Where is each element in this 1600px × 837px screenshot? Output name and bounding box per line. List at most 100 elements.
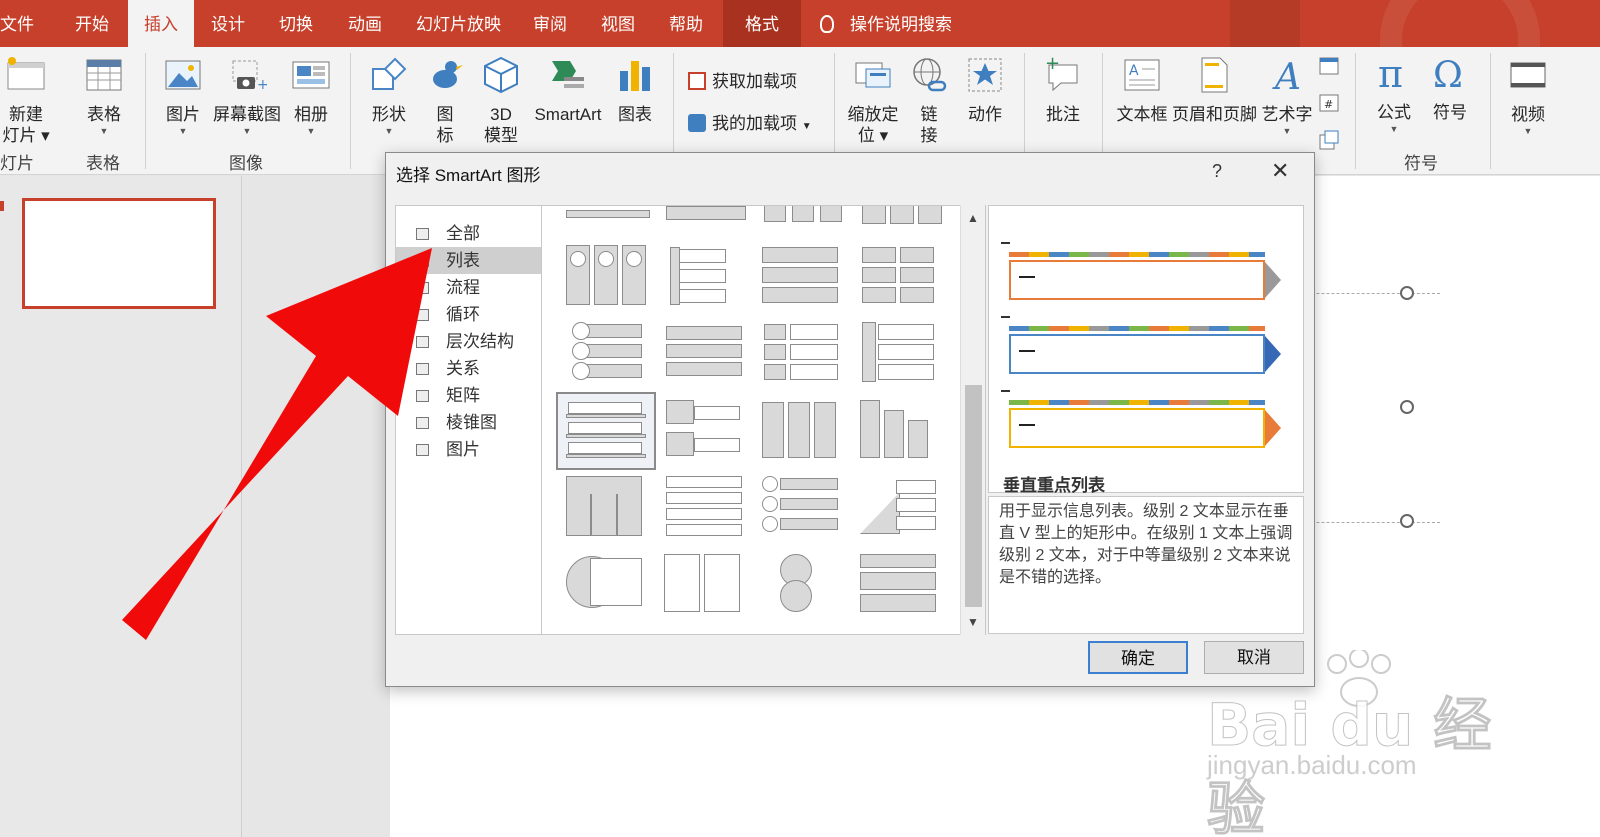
equation-button[interactable]: π 公式 ▼ (1368, 52, 1420, 135)
category-list-item[interactable]: 列表 (396, 247, 541, 274)
picture-button[interactable]: 图片 ▼ (158, 55, 208, 137)
layout-thumbnail[interactable] (560, 472, 656, 548)
layout-thumbnail[interactable] (756, 472, 852, 548)
layout-thumbnail[interactable] (658, 472, 754, 548)
chevron-down-icon: ▼ (801, 121, 812, 132)
get-addins-button[interactable]: 获取加载项 (688, 67, 797, 92)
preview-chevron-strip (1009, 400, 1265, 405)
layout-thumbnail[interactable] (658, 396, 754, 472)
svg-text:#: # (1324, 98, 1333, 111)
tab-home[interactable]: 开始 (75, 0, 109, 47)
group-separator (1355, 53, 1356, 169)
category-relationship[interactable]: 关系 (396, 355, 541, 382)
layout-thumbnail[interactable] (756, 241, 852, 317)
layout-thumbnail[interactable] (560, 206, 656, 224)
tab-help[interactable]: 帮助 (669, 0, 703, 47)
wordart-button[interactable]: A 艺术字 ▼ (1258, 55, 1316, 137)
group-label-symbols: 符号 (1404, 154, 1438, 173)
slide-number-icon[interactable]: # (1318, 92, 1340, 114)
tab-insert[interactable]: 插入 (128, 0, 194, 47)
screenshot-button[interactable]: + 屏幕截图 ▼ (212, 55, 282, 137)
photo-album-label: 相册 (294, 105, 328, 124)
preview-chevron-strip (1009, 252, 1265, 257)
tab-slideshow[interactable]: 幻灯片放映 (416, 0, 501, 47)
chart-button[interactable]: 图表 (612, 55, 658, 125)
icons-gallery-icon (433, 61, 463, 88)
resize-handle[interactable] (1400, 400, 1414, 414)
symbol-button[interactable]: Ω 符号 (1424, 53, 1476, 123)
icons-button[interactable]: 图 标 (423, 55, 467, 146)
layout-thumbnail[interactable] (756, 206, 852, 224)
header-footer-icon (1201, 57, 1228, 93)
tab-file[interactable]: 文件 (0, 0, 34, 47)
layout-thumbnail[interactable] (658, 241, 754, 317)
textbox-button[interactable]: A 文本框 (1114, 55, 1170, 125)
object-icon[interactable] (1318, 129, 1340, 151)
category-cycle[interactable]: 循环 (396, 301, 541, 328)
layout-thumbnail[interactable] (854, 550, 950, 626)
category-hierarchy[interactable]: 层次结构 (396, 328, 541, 355)
resize-handle[interactable] (1400, 286, 1414, 300)
category-pyramid[interactable]: 棱锥图 (396, 409, 541, 436)
preview-bullet (1001, 242, 1010, 244)
tab-animations[interactable]: 动画 (348, 0, 382, 47)
category-process[interactable]: 流程 (396, 274, 541, 301)
tab-transitions[interactable]: 切换 (279, 0, 313, 47)
comment-button[interactable]: + 批注 (1038, 53, 1088, 125)
zoom-button[interactable]: 缩放定 位 ▾ (845, 55, 901, 146)
category-all[interactable]: 全部 (396, 220, 541, 247)
tab-format[interactable]: 格式 (723, 0, 801, 47)
help-button[interactable]: ? (1212, 161, 1222, 182)
header-footer-button[interactable]: 页眉和页脚 (1172, 55, 1257, 125)
preview-row (1009, 252, 1281, 300)
date-time-icon[interactable] (1318, 55, 1340, 77)
layout-thumbnail-selected[interactable] (556, 392, 656, 470)
layout-thumbnail[interactable] (756, 318, 852, 394)
action-button[interactable]: 动作 (962, 55, 1008, 125)
layout-thumbnail[interactable] (756, 396, 852, 472)
3d-models-button[interactable]: 3D 模型 (478, 55, 524, 146)
video-button[interactable]: 视频 ▼ (1502, 55, 1554, 137)
my-addins-button[interactable]: 我的加载项 ▼ (688, 109, 812, 134)
scroll-down-icon[interactable]: ▼ (967, 615, 979, 629)
close-button[interactable]: ✕ (1271, 158, 1289, 184)
comment-icon: + (1045, 53, 1078, 92)
layout-thumbnail[interactable] (854, 241, 950, 317)
link-button[interactable]: 链 接 (906, 55, 952, 146)
action-label: 动作 (968, 105, 1002, 124)
layout-thumbnail[interactable] (560, 550, 656, 626)
resize-handle[interactable] (1400, 514, 1414, 528)
layout-thumbnail[interactable] (854, 396, 950, 472)
tab-review[interactable]: 审阅 (533, 0, 567, 47)
layout-thumbnail[interactable] (658, 550, 754, 626)
layout-preview (988, 205, 1304, 493)
svg-text:π: π (1378, 53, 1403, 93)
scrollbar-thumb[interactable] (965, 385, 982, 607)
smartart-button[interactable]: SmartArt (530, 55, 606, 125)
zoom-label-2: 位 ▾ (857, 126, 889, 145)
layout-thumbnail[interactable] (854, 472, 950, 548)
tab-design[interactable]: 设计 (211, 0, 245, 47)
table-button[interactable]: 表格 ▼ (78, 55, 130, 137)
hierarchy-icon (416, 336, 429, 348)
layout-thumbnail[interactable] (658, 206, 754, 224)
layout-thumbnail[interactable] (756, 550, 852, 626)
new-slide-button[interactable]: 新建 灯片 ▾ (0, 55, 52, 146)
category-picture[interactable]: 图片 (396, 436, 541, 463)
tab-view[interactable]: 视图 (601, 0, 635, 47)
preview-bullet (1001, 316, 1010, 318)
layout-thumbnail[interactable] (560, 318, 656, 394)
layout-thumbnail[interactable] (560, 241, 656, 317)
tell-me-search[interactable]: 操作说明搜索 (820, 0, 952, 47)
photo-album-button[interactable]: 相册 ▼ (286, 55, 336, 137)
chevron-down-icon: ▼ (306, 126, 316, 136)
layout-thumbnail[interactable] (658, 318, 754, 394)
slide-thumbnail[interactable] (22, 198, 216, 309)
layout-thumbnail[interactable] (854, 318, 950, 394)
ok-button[interactable]: 确定 (1088, 641, 1188, 674)
category-matrix[interactable]: 矩阵 (396, 382, 541, 409)
shapes-button[interactable]: 形状 ▼ (366, 55, 412, 137)
gallery-scrollbar[interactable]: ▲ ▼ (960, 205, 985, 635)
scroll-up-icon[interactable]: ▲ (967, 211, 979, 225)
layout-thumbnail[interactable] (854, 206, 950, 224)
